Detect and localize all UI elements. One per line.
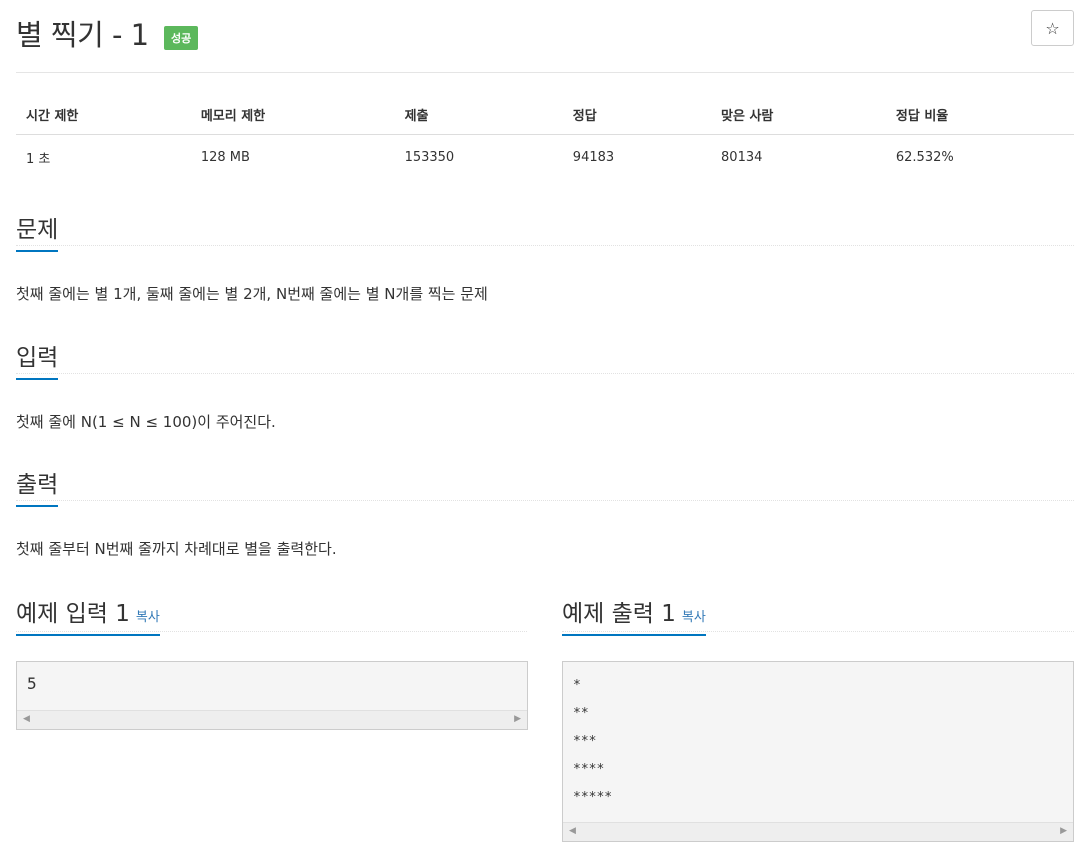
horizontal-scrollbar[interactable]: ◀ ▶	[563, 822, 1073, 841]
scroll-right-icon[interactable]: ▶	[1060, 826, 1067, 836]
memory-limit-value: 128 MB	[200, 150, 250, 165]
divider	[16, 373, 1074, 374]
header-solved-users: 맞은 사람	[711, 95, 886, 135]
status-badge: 성공	[164, 26, 199, 50]
header-time-limit: 시간 제한	[16, 95, 191, 135]
sample-output-content: * ** *** **** *****	[563, 662, 1073, 812]
sample-output-title: 예제 출력 1	[562, 601, 676, 627]
accept-ratio-value: 62.532%	[895, 150, 954, 165]
scroll-right-icon[interactable]: ▶	[514, 714, 521, 724]
sample-input-content: 5	[17, 662, 527, 693]
star-icon: ☆	[1045, 18, 1060, 38]
time-limit-value: 1 초	[26, 152, 51, 167]
problem-description: 첫째 줄에는 별 1개, 둘째 줄에는 별 2개, N번째 줄에는 별 N개를 …	[16, 285, 488, 303]
sample-output-heading: 예제 출력 1 복사	[562, 594, 706, 636]
input-description: 첫째 줄에 N(1 ≤ N ≤ 100)이 주어진다.	[16, 413, 276, 431]
accepted-value: 94183	[572, 150, 615, 165]
table-header-row: 시간 제한 메모리 제한 제출 정답 맞은 사람 정답 비율	[16, 95, 1074, 135]
sample-input-heading: 예제 입력 1 복사	[16, 594, 160, 636]
header-accept-ratio: 정답 비율	[885, 95, 1074, 135]
title-row: 별 찍기 - 1 성공 ☆	[16, 10, 1074, 73]
favorite-button[interactable]: ☆	[1031, 10, 1074, 46]
header-memory-limit: 메모리 제한	[190, 95, 395, 135]
sample-output-line: *	[573, 678, 581, 693]
scroll-left-icon[interactable]: ◀	[569, 826, 576, 836]
sample-input-box[interactable]: 5 ◀ ▶	[16, 661, 528, 730]
divider	[16, 631, 527, 632]
scroll-left-icon[interactable]: ◀	[23, 714, 30, 724]
copy-sample-output-link[interactable]: 복사	[682, 610, 706, 625]
sample-output-line: *****	[573, 790, 613, 805]
divider	[16, 245, 1074, 246]
sample-output-line: ****	[573, 762, 605, 777]
sample-input-line: 5	[27, 674, 37, 693]
sample-input-heading-row: 예제 입력 1 복사	[16, 594, 527, 636]
divider	[562, 631, 1074, 632]
sample-output-line: **	[573, 706, 589, 721]
problem-section-heading: 문제	[16, 210, 1074, 252]
horizontal-scrollbar[interactable]: ◀ ▶	[17, 710, 527, 729]
header-accepted: 정답	[562, 95, 712, 135]
sample-output-box[interactable]: * ** *** **** ***** ◀ ▶	[562, 661, 1074, 842]
output-section-heading: 출력	[16, 465, 1074, 507]
solved-users-value: 80134	[721, 150, 763, 165]
sample-input-title: 예제 입력 1	[16, 601, 130, 627]
problem-info-table: 시간 제한 메모리 제한 제출 정답 맞은 사람 정답 비율 1 초 128 M…	[16, 95, 1074, 180]
output-description: 첫째 줄부터 N번째 줄까지 차례대로 별을 출력한다.	[16, 540, 337, 558]
table-row: 1 초 128 MB 153350 94183 80134 62.532%	[16, 135, 1074, 181]
input-section-heading: 입력	[16, 338, 1074, 380]
copy-sample-input-link[interactable]: 복사	[136, 610, 160, 625]
header-submissions: 제출	[394, 95, 563, 135]
page-title: 별 찍기 - 1	[16, 18, 149, 52]
sample-output-line: ***	[573, 734, 597, 749]
submissions-value: 153350	[404, 150, 455, 165]
divider	[16, 500, 1074, 501]
sample-output-heading-row: 예제 출력 1 복사	[562, 594, 1074, 636]
